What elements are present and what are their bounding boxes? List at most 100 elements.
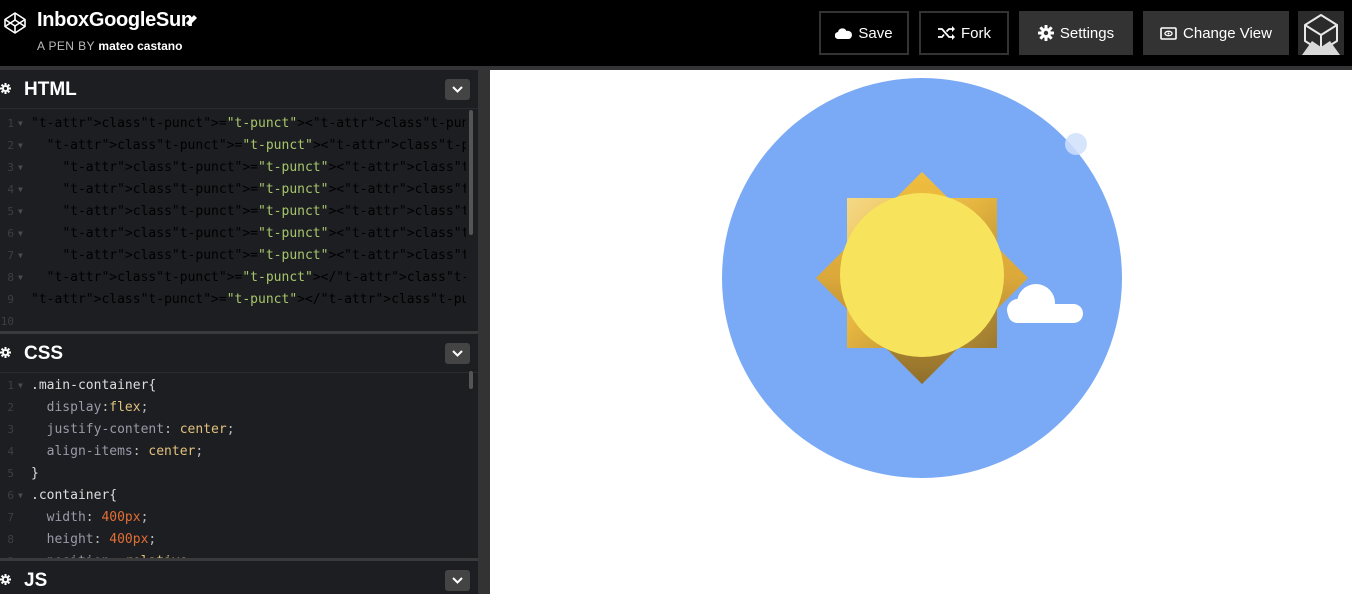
- save-button[interactable]: Save: [819, 11, 909, 55]
- code-line[interactable]: 1 ▼ "t-attr">class"t-punct">="t-punct"><"t…: [0, 113, 466, 135]
- html-scrollbar[interactable]: [469, 110, 473, 235]
- code-line[interactable]: 3 justify-content: center;: [0, 419, 466, 441]
- code-line[interactable]: 4 ▼ "t-attr">class"t-punct">="t-punct"><"…: [0, 179, 466, 201]
- css-code-editor[interactable]: 1 ▼ .main-container{2 display:flex; 3 justi…: [0, 375, 466, 558]
- fold-arrow-icon[interactable]: ▼: [18, 113, 23, 135]
- editor-column: HTML 1 ▼ "t-attr">class"t-punct">="t-punct…: [0, 70, 478, 594]
- css-panel-header: CSS: [0, 334, 478, 373]
- code-text: "t-attr">class"t-punct">="t-punct"><"t-a…: [62, 160, 466, 175]
- js-panel-toggle[interactable]: [445, 570, 470, 591]
- fold-arrow-icon[interactable]: ▼: [18, 157, 23, 179]
- code-text: align-items: center;: [46, 444, 204, 459]
- fold-arrow-icon[interactable]: ▼: [18, 135, 23, 157]
- line-number: 6: [7, 489, 14, 502]
- codepen-logo-icon[interactable]: [3, 11, 27, 35]
- fold-arrow-icon[interactable]: ▼: [18, 201, 23, 223]
- chevron-down-icon: [452, 86, 463, 93]
- code-text: justify-content: center;: [46, 422, 235, 437]
- pen-byline: A PEN BY mateo castano: [37, 39, 182, 53]
- author-link[interactable]: mateo castano: [98, 39, 182, 53]
- line-number: 4: [7, 445, 14, 458]
- fold-arrow-icon[interactable]: ▼: [18, 179, 23, 201]
- line-number: 6: [7, 227, 14, 240]
- css-panel-toggle[interactable]: [445, 343, 470, 364]
- code-line[interactable]: 2 display:flex;: [0, 397, 466, 419]
- code-line[interactable]: 5}: [0, 463, 466, 485]
- html-code-editor[interactable]: 1 ▼ "t-attr">class"t-punct">="t-punct"><"t…: [0, 113, 466, 328]
- pen-title[interactable]: InboxGoogleSun: [37, 9, 193, 32]
- code-text: "t-attr">class"t-punct">="t-punct"><"t-a…: [62, 248, 466, 263]
- code-line[interactable]: 5 ▼ "t-attr">class"t-punct">="t-punct"><"…: [0, 201, 466, 223]
- change-view-button[interactable]: Change View: [1143, 11, 1289, 55]
- line-number: 4: [7, 183, 14, 196]
- byline-prefix: A PEN BY: [37, 39, 95, 53]
- code-line[interactable]: 9 "t-attr">class"t-punct">="t-punct"></"t…: [0, 289, 466, 311]
- code-line[interactable]: 1 ▼ .main-container{: [0, 375, 466, 397]
- code-text: "t-attr">class"t-punct">="t-punct"></"t-…: [31, 292, 466, 307]
- code-line[interactable]: 10: [0, 311, 466, 328]
- code-line[interactable]: 4 align-items: center;: [0, 441, 466, 463]
- faded-cloud: [1065, 133, 1087, 155]
- code-text: position: relative;: [31, 551, 196, 558]
- gear-icon[interactable]: [0, 347, 11, 358]
- code-line[interactable]: 6 ▼ "t-attr">class"t-punct">="t-punct"><"…: [0, 223, 466, 245]
- fold-arrow-icon[interactable]: ▼: [18, 485, 23, 507]
- code-line[interactable]: 8 ▼ "t-attr">class"t-punct">="t-punct"></…: [0, 267, 466, 289]
- chevron-down-icon: [452, 577, 463, 584]
- chevron-down-icon: [452, 350, 463, 357]
- code-line[interactable]: 3 ▼ "t-attr">class"t-punct">="t-punct"><"…: [0, 157, 466, 179]
- code-text: "t-attr">class"t-punct">="t-punct"><"t-a…: [46, 138, 466, 153]
- fold-arrow-icon[interactable]: ▼: [18, 267, 23, 289]
- css-scrollbar[interactable]: [469, 371, 473, 389]
- sun-illustration: [722, 78, 1122, 478]
- code-text: display:flex;: [46, 400, 149, 415]
- fold-arrow-icon[interactable]: ▼: [18, 375, 23, 397]
- html-panel-title: HTML: [24, 79, 77, 100]
- code-text: "t-attr">class"t-punct">="t-punct"><"t-a…: [31, 116, 466, 131]
- fold-arrow-icon[interactable]: ▼: [18, 245, 23, 267]
- eye-icon: [1160, 26, 1177, 40]
- js-panel-header: JS: [0, 561, 478, 594]
- code-text: }: [31, 466, 39, 481]
- cloud-icon: [835, 27, 853, 39]
- line-number: 8: [7, 271, 14, 284]
- code-text: "t-attr">class"t-punct">="t-punct"><"t-a…: [62, 182, 466, 197]
- pencil-icon[interactable]: [183, 13, 199, 29]
- css-panel-title: CSS: [24, 343, 64, 364]
- gear-icon[interactable]: [0, 574, 11, 585]
- fork-button[interactable]: Fork: [919, 11, 1009, 55]
- js-panel-title: JS: [24, 570, 48, 591]
- gear-icon[interactable]: [0, 83, 11, 94]
- code-line[interactable]: 7 ▼ "t-attr">class"t-punct">="t-punct"><"…: [0, 245, 466, 267]
- line-number: 5: [7, 467, 14, 480]
- user-avatar[interactable]: [1298, 11, 1344, 55]
- fold-arrow-icon[interactable]: ▼: [18, 223, 23, 245]
- code-line[interactable]: 6 ▼ .container{: [0, 485, 466, 507]
- code-text: width: 400px;: [46, 510, 149, 525]
- code-text: "t-attr">class"t-punct">="t-punct"><"t-a…: [62, 204, 466, 219]
- line-number: 1: [7, 117, 14, 130]
- preview-pane: [490, 70, 1352, 594]
- gear-icon: [1037, 25, 1054, 41]
- fork-label: Fork: [961, 24, 991, 42]
- editor-resize-handle[interactable]: [478, 70, 490, 594]
- code-text: "t-attr">class"t-punct">="t-punct"></"t-…: [46, 270, 466, 285]
- line-number: 10: [0, 315, 14, 328]
- line-number: 1: [7, 379, 14, 392]
- fork-icon: [938, 26, 955, 40]
- code-text: "t-attr">class"t-punct">="t-punct"><"t-a…: [62, 226, 466, 241]
- top-bar: InboxGoogleSun A PEN BY mateo castano Sa…: [0, 0, 1352, 66]
- line-number: 7: [7, 249, 14, 262]
- line-number: 5: [7, 205, 14, 218]
- code-line[interactable]: 7 width: 400px;: [0, 507, 466, 529]
- code-line[interactable]: 2 ▼ "t-attr">class"t-punct">="t-punct"><"…: [0, 135, 466, 157]
- code-line[interactable]: 9 position: relative;: [0, 551, 466, 558]
- settings-button[interactable]: Settings: [1019, 11, 1133, 55]
- html-panel-toggle[interactable]: [445, 79, 470, 100]
- code-line[interactable]: 8 height: 400px;: [0, 529, 466, 551]
- line-number: 2: [7, 139, 14, 152]
- line-number: 9: [0, 551, 14, 558]
- code-text: height: 400px;: [46, 532, 157, 547]
- save-label: Save: [858, 24, 893, 42]
- line-number: 3: [7, 423, 14, 436]
